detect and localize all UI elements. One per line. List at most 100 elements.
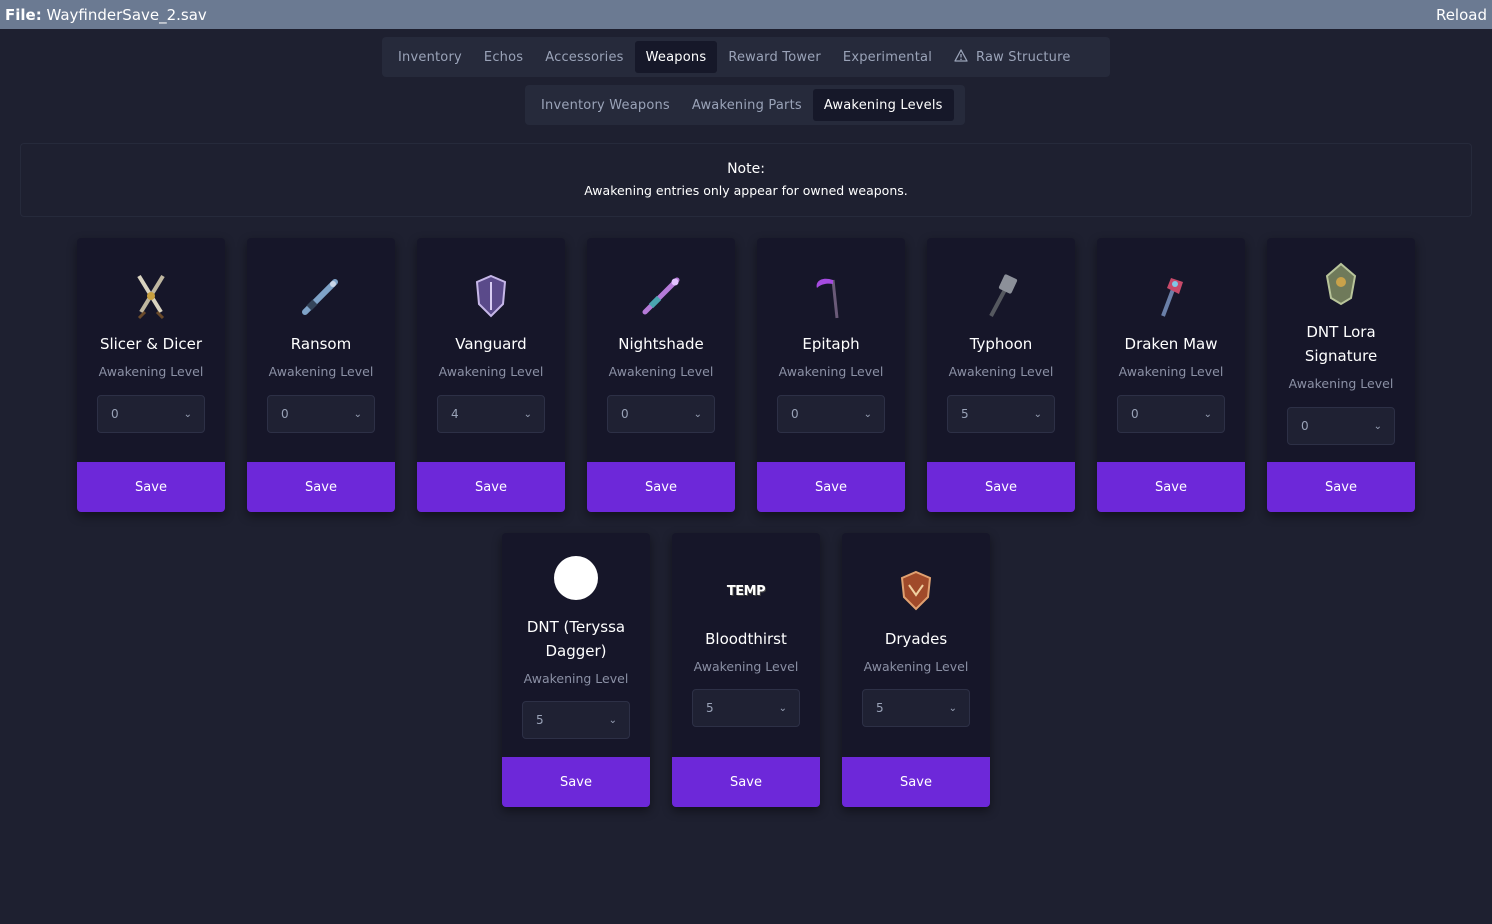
- selected-value: 5: [876, 701, 884, 715]
- chevron-down-icon: ⌄: [948, 702, 957, 714]
- shield-crest-icon: [842, 566, 990, 616]
- awakening-level-label: Awakening Level: [1288, 376, 1394, 391]
- save-button[interactable]: Save: [1097, 462, 1245, 512]
- axe-icon: [1097, 271, 1245, 321]
- tab-echos[interactable]: Echos: [473, 41, 534, 73]
- save-button[interactable]: Save: [757, 462, 905, 512]
- save-button[interactable]: Save: [587, 462, 735, 512]
- awakening-level-label: Awakening Level: [948, 364, 1054, 379]
- awakening-level-label: Awakening Level: [778, 364, 884, 379]
- awakening-level-select[interactable]: 0 ⌄: [1117, 395, 1225, 433]
- rifle-icon: [247, 271, 395, 321]
- awakening-level-select[interactable]: 0 ⌄: [777, 395, 885, 433]
- awakening-level-label: Awakening Level: [523, 671, 629, 686]
- weapon-card: Draken Maw Awakening Level 0 ⌄ Save: [1097, 238, 1245, 512]
- file-label: File:: [5, 5, 42, 24]
- temp-icon: TEMP: [726, 583, 766, 599]
- save-button[interactable]: Save: [927, 462, 1075, 512]
- awakening-level-select[interactable]: 0 ⌄: [1287, 407, 1395, 445]
- tab-awakening-parts[interactable]: Awakening Parts: [681, 89, 813, 121]
- tab-experimental[interactable]: Experimental: [832, 41, 943, 73]
- selected-value: 4: [451, 407, 459, 421]
- awakening-level-select[interactable]: 5 ⌄: [947, 395, 1055, 433]
- weapon-name: Dryades: [884, 630, 948, 648]
- weapon-card: Slicer & Dicer Awakening Level 0 ⌄ Save: [77, 238, 225, 512]
- weapon-card: Ransom Awakening Level 0 ⌄ Save: [247, 238, 395, 512]
- chevron-down-icon: ⌄: [693, 408, 702, 420]
- weapon-name: Bloodthirst: [705, 630, 787, 648]
- save-button[interactable]: Save: [1267, 462, 1415, 512]
- awakening-level-select[interactable]: 0 ⌄: [97, 395, 205, 433]
- awakening-level-select[interactable]: 0 ⌄: [607, 395, 715, 433]
- tab-awakening-levels[interactable]: Awakening Levels: [812, 89, 954, 121]
- save-button[interactable]: Save: [417, 462, 565, 512]
- file-indicator: File: WayfinderSave_2.sav: [5, 6, 207, 24]
- chevron-down-icon: ⌄: [353, 408, 362, 420]
- weapon-card: Typhoon Awakening Level 5 ⌄ Save: [927, 238, 1075, 512]
- tab-raw-structure-label: Raw Structure: [976, 49, 1071, 65]
- save-button[interactable]: Save: [842, 757, 990, 807]
- weapon-name: DNT (Teryssa Dagger): [526, 618, 626, 660]
- tab-raw-structure[interactable]: Raw Structure: [943, 41, 1082, 73]
- weapon-name: Epitaph: [802, 335, 860, 353]
- awakening-level-select[interactable]: 4 ⌄: [437, 395, 545, 433]
- awakening-level-label: Awakening Level: [98, 364, 204, 379]
- selected-value: 0: [621, 407, 629, 421]
- file-name: WayfinderSave_2.sav: [46, 5, 207, 24]
- chevron-down-icon: ⌄: [523, 408, 532, 420]
- save-button[interactable]: Save: [247, 462, 395, 512]
- tab-inventory[interactable]: Inventory: [387, 41, 473, 73]
- selected-value: 0: [1131, 407, 1139, 421]
- awakening-level-select[interactable]: 0 ⌄: [267, 395, 375, 433]
- awakening-level-label: Awakening Level: [693, 659, 799, 674]
- note-box: Note: Awakening entries only appear for …: [20, 143, 1472, 217]
- weapon-name: Vanguard: [455, 335, 527, 353]
- tab-reward-tower[interactable]: Reward Tower: [717, 41, 832, 73]
- staff-icon: [587, 271, 735, 321]
- awakening-level-label: Awakening Level: [608, 364, 714, 379]
- weapon-card: DNT Lora Signature Awakening Level 0 ⌄ S…: [1267, 238, 1415, 512]
- chevron-down-icon: ⌄: [863, 408, 872, 420]
- warning-icon: [954, 48, 968, 66]
- selected-value: 5: [706, 701, 714, 715]
- crossed-blades-icon: [77, 271, 225, 321]
- note-text: Awakening entries only appear for owned …: [584, 183, 908, 198]
- weapon-card: Vanguard Awakening Level 4 ⌄ Save: [417, 238, 565, 512]
- selected-value: 5: [961, 407, 969, 421]
- weapon-name: Draken Maw: [1124, 335, 1218, 353]
- weapon-name: Typhoon: [969, 335, 1033, 353]
- selected-value: 0: [1301, 419, 1309, 433]
- tab-weapons[interactable]: Weapons: [634, 41, 718, 73]
- weapon-card: DNT (Teryssa Dagger) Awakening Level 5 ⌄…: [502, 533, 650, 807]
- tab-inventory-weapons[interactable]: Inventory Weapons: [530, 89, 681, 121]
- awakening-level-select[interactable]: 5 ⌄: [862, 689, 970, 727]
- scythe-icon: [757, 271, 905, 321]
- selected-value: 5: [536, 713, 544, 727]
- save-button[interactable]: Save: [502, 757, 650, 807]
- chevron-down-icon: ⌄: [1033, 408, 1042, 420]
- note-title: Note:: [727, 161, 765, 177]
- awakening-level-label: Awakening Level: [438, 364, 544, 379]
- save-button[interactable]: Save: [77, 462, 225, 512]
- weapon-card: Dryades Awakening Level 5 ⌄ Save: [842, 533, 990, 807]
- chevron-down-icon: ⌄: [183, 408, 192, 420]
- main-tabs: Inventory Echos Accessories Weapons Rewa…: [382, 37, 1110, 77]
- tab-accessories[interactable]: Accessories: [534, 41, 634, 73]
- placeholder-circle-icon: [502, 553, 650, 603]
- selected-value: 0: [791, 407, 799, 421]
- awakening-level-label: Awakening Level: [268, 364, 374, 379]
- sub-tabs: Inventory Weapons Awakening Parts Awaken…: [525, 85, 965, 125]
- weapon-name: Slicer & Dicer: [99, 335, 203, 353]
- awakening-level-select[interactable]: 5 ⌄: [522, 701, 630, 739]
- weapon-card: Epitaph Awakening Level 0 ⌄ Save: [757, 238, 905, 512]
- save-button[interactable]: Save: [672, 757, 820, 807]
- selected-value: 0: [111, 407, 119, 421]
- reload-button[interactable]: Reload: [1436, 6, 1487, 24]
- chevron-down-icon: ⌄: [1203, 408, 1212, 420]
- awakening-level-select[interactable]: 5 ⌄: [692, 689, 800, 727]
- awakening-level-label: Awakening Level: [863, 659, 969, 674]
- weapon-card: Nightshade Awakening Level 0 ⌄ Save: [587, 238, 735, 512]
- chevron-down-icon: ⌄: [778, 702, 787, 714]
- title-bar: File: WayfinderSave_2.sav Reload: [0, 0, 1492, 29]
- selected-value: 0: [281, 407, 289, 421]
